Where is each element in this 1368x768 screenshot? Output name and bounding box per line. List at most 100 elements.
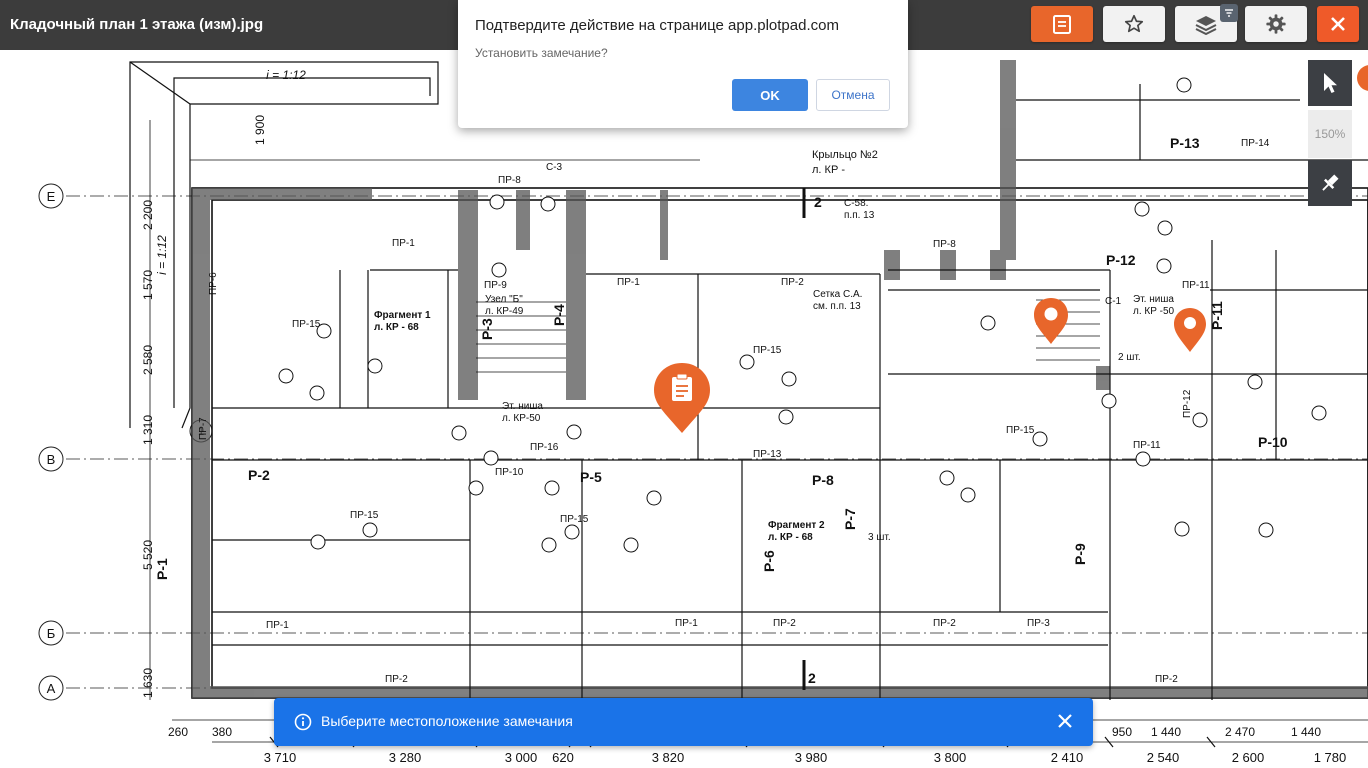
note-c58-ref: п.п. 13: [844, 210, 875, 221]
axis-label-v: В: [47, 452, 56, 467]
dim-left-7: 1 630: [141, 668, 155, 698]
file-title: Кладочный план 1 этажа (изм).jpg: [10, 16, 264, 33]
pin-tool-button[interactable]: [1308, 160, 1352, 206]
room-label: Р-12: [1106, 252, 1136, 268]
settings-button[interactable]: [1245, 6, 1307, 42]
dim-left-1: 1 900: [253, 115, 267, 145]
room-label: Р-3: [479, 318, 495, 340]
slope-label-vertical: i = 1:12: [155, 235, 169, 275]
gear-icon: [1266, 14, 1286, 34]
lintel-label: ПР-11: [1182, 280, 1210, 291]
dim-bottom-8: 2 410: [1051, 750, 1084, 765]
clipboard-list-icon: [1053, 15, 1071, 34]
note-porch-sheet: л. КР -: [812, 164, 845, 176]
dim-left-2: 2 200: [141, 200, 155, 230]
room-label: Р-7: [842, 508, 858, 530]
dim-small-5: 2 470: [1225, 725, 1255, 739]
axis-label-a: А: [47, 681, 56, 696]
layers-icon: [1195, 16, 1217, 35]
close-icon: [1331, 17, 1345, 31]
room-label: Р-2: [248, 467, 270, 483]
create-issue-button[interactable]: [1031, 6, 1093, 42]
room-label: Р-10: [1258, 434, 1288, 450]
pointer-icon: [1324, 73, 1337, 93]
issue-marker[interactable]: [652, 360, 712, 436]
note-c1: С-1: [1105, 296, 1122, 307]
map-pin-icon[interactable]: [1172, 306, 1208, 354]
zoom-level[interactable]: 150%: [1308, 110, 1352, 158]
lintel-label: ПР-8: [933, 239, 956, 250]
confirm-dialog: Подтвердите действие на странице app.plo…: [458, 0, 908, 128]
lintel-label: ПР-2: [1155, 674, 1178, 685]
favorite-button[interactable]: [1103, 6, 1165, 42]
lintel-label: ПР-6: [208, 272, 219, 295]
dim-left-6: 5 520: [141, 540, 155, 570]
lintel-label: ПР-1: [392, 238, 415, 249]
lintel-label: ПР-2: [933, 618, 956, 629]
lintel-label: ПР-15: [1006, 425, 1035, 436]
dim-left-5: 1 310: [141, 415, 155, 445]
note-count-2: 2 шт.: [1118, 352, 1141, 363]
dialog-title: Подтвердите действие на странице app.plo…: [475, 17, 839, 34]
close-viewer-button[interactable]: [1317, 6, 1359, 42]
note-count-3: 3 шт.: [868, 532, 891, 543]
note-niche-2-sheet: л. КР -50: [1133, 306, 1175, 317]
lintel-label: ПР-2: [781, 277, 804, 288]
axis-label-e: Е: [47, 189, 56, 204]
lintel-label: ПР-11: [1133, 440, 1161, 451]
room-label: Р-5: [580, 469, 602, 485]
note-fragment2: Фрагмент 2: [768, 520, 825, 531]
lintel-label: ПР-10: [495, 467, 524, 478]
dim-bottom-9: 2 540: [1147, 750, 1180, 765]
map-pin-icon[interactable]: [1032, 296, 1070, 346]
dim-bottom-1: 3 710: [264, 750, 297, 765]
dim-small-1: 260: [168, 725, 188, 739]
cancel-button[interactable]: Отмена: [816, 79, 890, 111]
lintel-label: ПР-2: [773, 618, 796, 629]
info-icon: [294, 713, 312, 731]
snackbar-text: Выберите местоположение замечания: [321, 713, 573, 729]
note-niche-sheet: л. КР-50: [502, 413, 541, 424]
section-mark: 2: [808, 670, 816, 686]
note-fragment1-sheet: л. КР - 68: [374, 322, 419, 333]
pointer-tool-button[interactable]: [1308, 60, 1352, 106]
lintel-label: ПР-3: [1027, 618, 1050, 629]
dim-bottom-11: 1 780: [1314, 750, 1347, 765]
dim-bottom-10: 2 600: [1232, 750, 1265, 765]
room-label: Р-9: [1072, 543, 1088, 565]
room-label: Р-6: [761, 550, 777, 572]
dim-small-4: 1 440: [1151, 725, 1181, 739]
lintel-label: ПР-13: [753, 449, 782, 460]
pin-icon: [1322, 174, 1339, 191]
dim-small-3: 950: [1112, 725, 1132, 739]
lintel-label: ПР-15: [753, 345, 782, 356]
dim-bottom-2: 3 280: [389, 750, 422, 765]
dim-bottom-7: 3 800: [934, 750, 967, 765]
note-mesh-ref: см. п.п. 13: [813, 301, 861, 312]
axis-label-b: Б: [47, 626, 56, 641]
dim-small-2: 380: [212, 725, 232, 739]
lintel-label: ПР-1: [266, 620, 289, 631]
lintel-label: ПР-15: [292, 319, 321, 330]
note-fragment1: Фрагмент 1: [374, 310, 431, 321]
note-porch: Крыльцо №2: [812, 149, 878, 161]
note-niche-2: Эт. ниша: [1133, 294, 1174, 305]
slope-label: i = 1:12: [266, 68, 306, 82]
clipboard-icon: [672, 373, 692, 401]
dim-left-4: 2 580: [141, 345, 155, 375]
dim-bottom-4: 620: [552, 750, 574, 765]
note-node-b-sheet: л. КР-49: [485, 306, 524, 317]
lintel-label: ПР-16: [530, 442, 559, 453]
map-pin-icon[interactable]: [1356, 62, 1368, 102]
note-fragment2-sheet: л. КР - 68: [768, 532, 813, 543]
dim-bottom-3: 3 000: [505, 750, 538, 765]
note-mesh: Сетка С.А.: [813, 289, 862, 300]
lintel-label: ПР-15: [350, 510, 379, 521]
dim-small-6: 1 440: [1291, 725, 1321, 739]
ok-button[interactable]: OK: [732, 79, 808, 111]
lintel-label: ПР-15: [560, 514, 589, 525]
close-icon[interactable]: [1056, 712, 1074, 730]
filter-badge[interactable]: [1220, 4, 1238, 22]
dim-bottom-6: 3 980: [795, 750, 828, 765]
lintel-label: ПР-1: [675, 618, 698, 629]
